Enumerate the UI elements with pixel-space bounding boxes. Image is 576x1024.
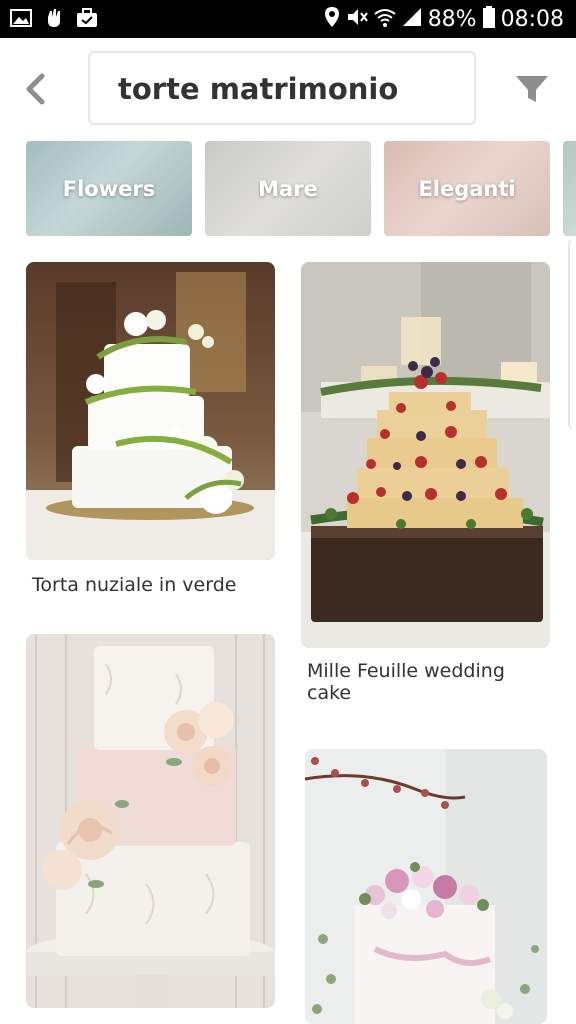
chip-mare[interactable]: Mare: [205, 141, 371, 236]
signal-icon: [402, 7, 422, 33]
pin-caption[interactable]: Mille Feuille wedding cake: [307, 660, 537, 704]
chip-label: Eleganti: [418, 176, 516, 201]
chip-partial[interactable]: [563, 141, 576, 236]
chip-label: Flowers: [62, 176, 156, 201]
briefcase-check-icon: [76, 8, 98, 34]
scroll-indicator: [568, 238, 576, 430]
chevron-left-icon: [26, 73, 45, 105]
mute-icon: [346, 6, 368, 34]
clock: 08:08: [500, 7, 564, 32]
image-icon: [10, 8, 32, 34]
battery-icon: [482, 6, 495, 34]
search-input[interactable]: torte matrimonio: [88, 51, 476, 125]
hand-icon: [44, 7, 64, 35]
filter-button[interactable]: [512, 72, 552, 106]
wifi-icon: [374, 7, 396, 33]
search-query-text: torte matrimonio: [118, 72, 399, 106]
battery-percent: 88%: [427, 7, 477, 32]
chip-eleganti[interactable]: Eleganti: [384, 141, 550, 236]
pin-image-floral-cake[interactable]: [305, 749, 547, 1024]
pin-image-green-cake[interactable]: [26, 262, 275, 560]
chip-flowers[interactable]: Flowers: [26, 141, 192, 236]
back-button[interactable]: [18, 72, 52, 106]
status-bar: 88% 08:08: [0, 0, 576, 38]
chip-label: Mare: [258, 176, 318, 201]
pin-image-mille-feuille[interactable]: [301, 262, 550, 648]
category-chips: Flowers Mare Eleganti: [0, 141, 576, 237]
location-icon: [324, 6, 340, 34]
filter-icon: [516, 76, 548, 102]
pin-image-rose-cake[interactable]: [26, 634, 275, 1008]
pin-caption[interactable]: Torta nuziale in verde: [32, 574, 272, 596]
